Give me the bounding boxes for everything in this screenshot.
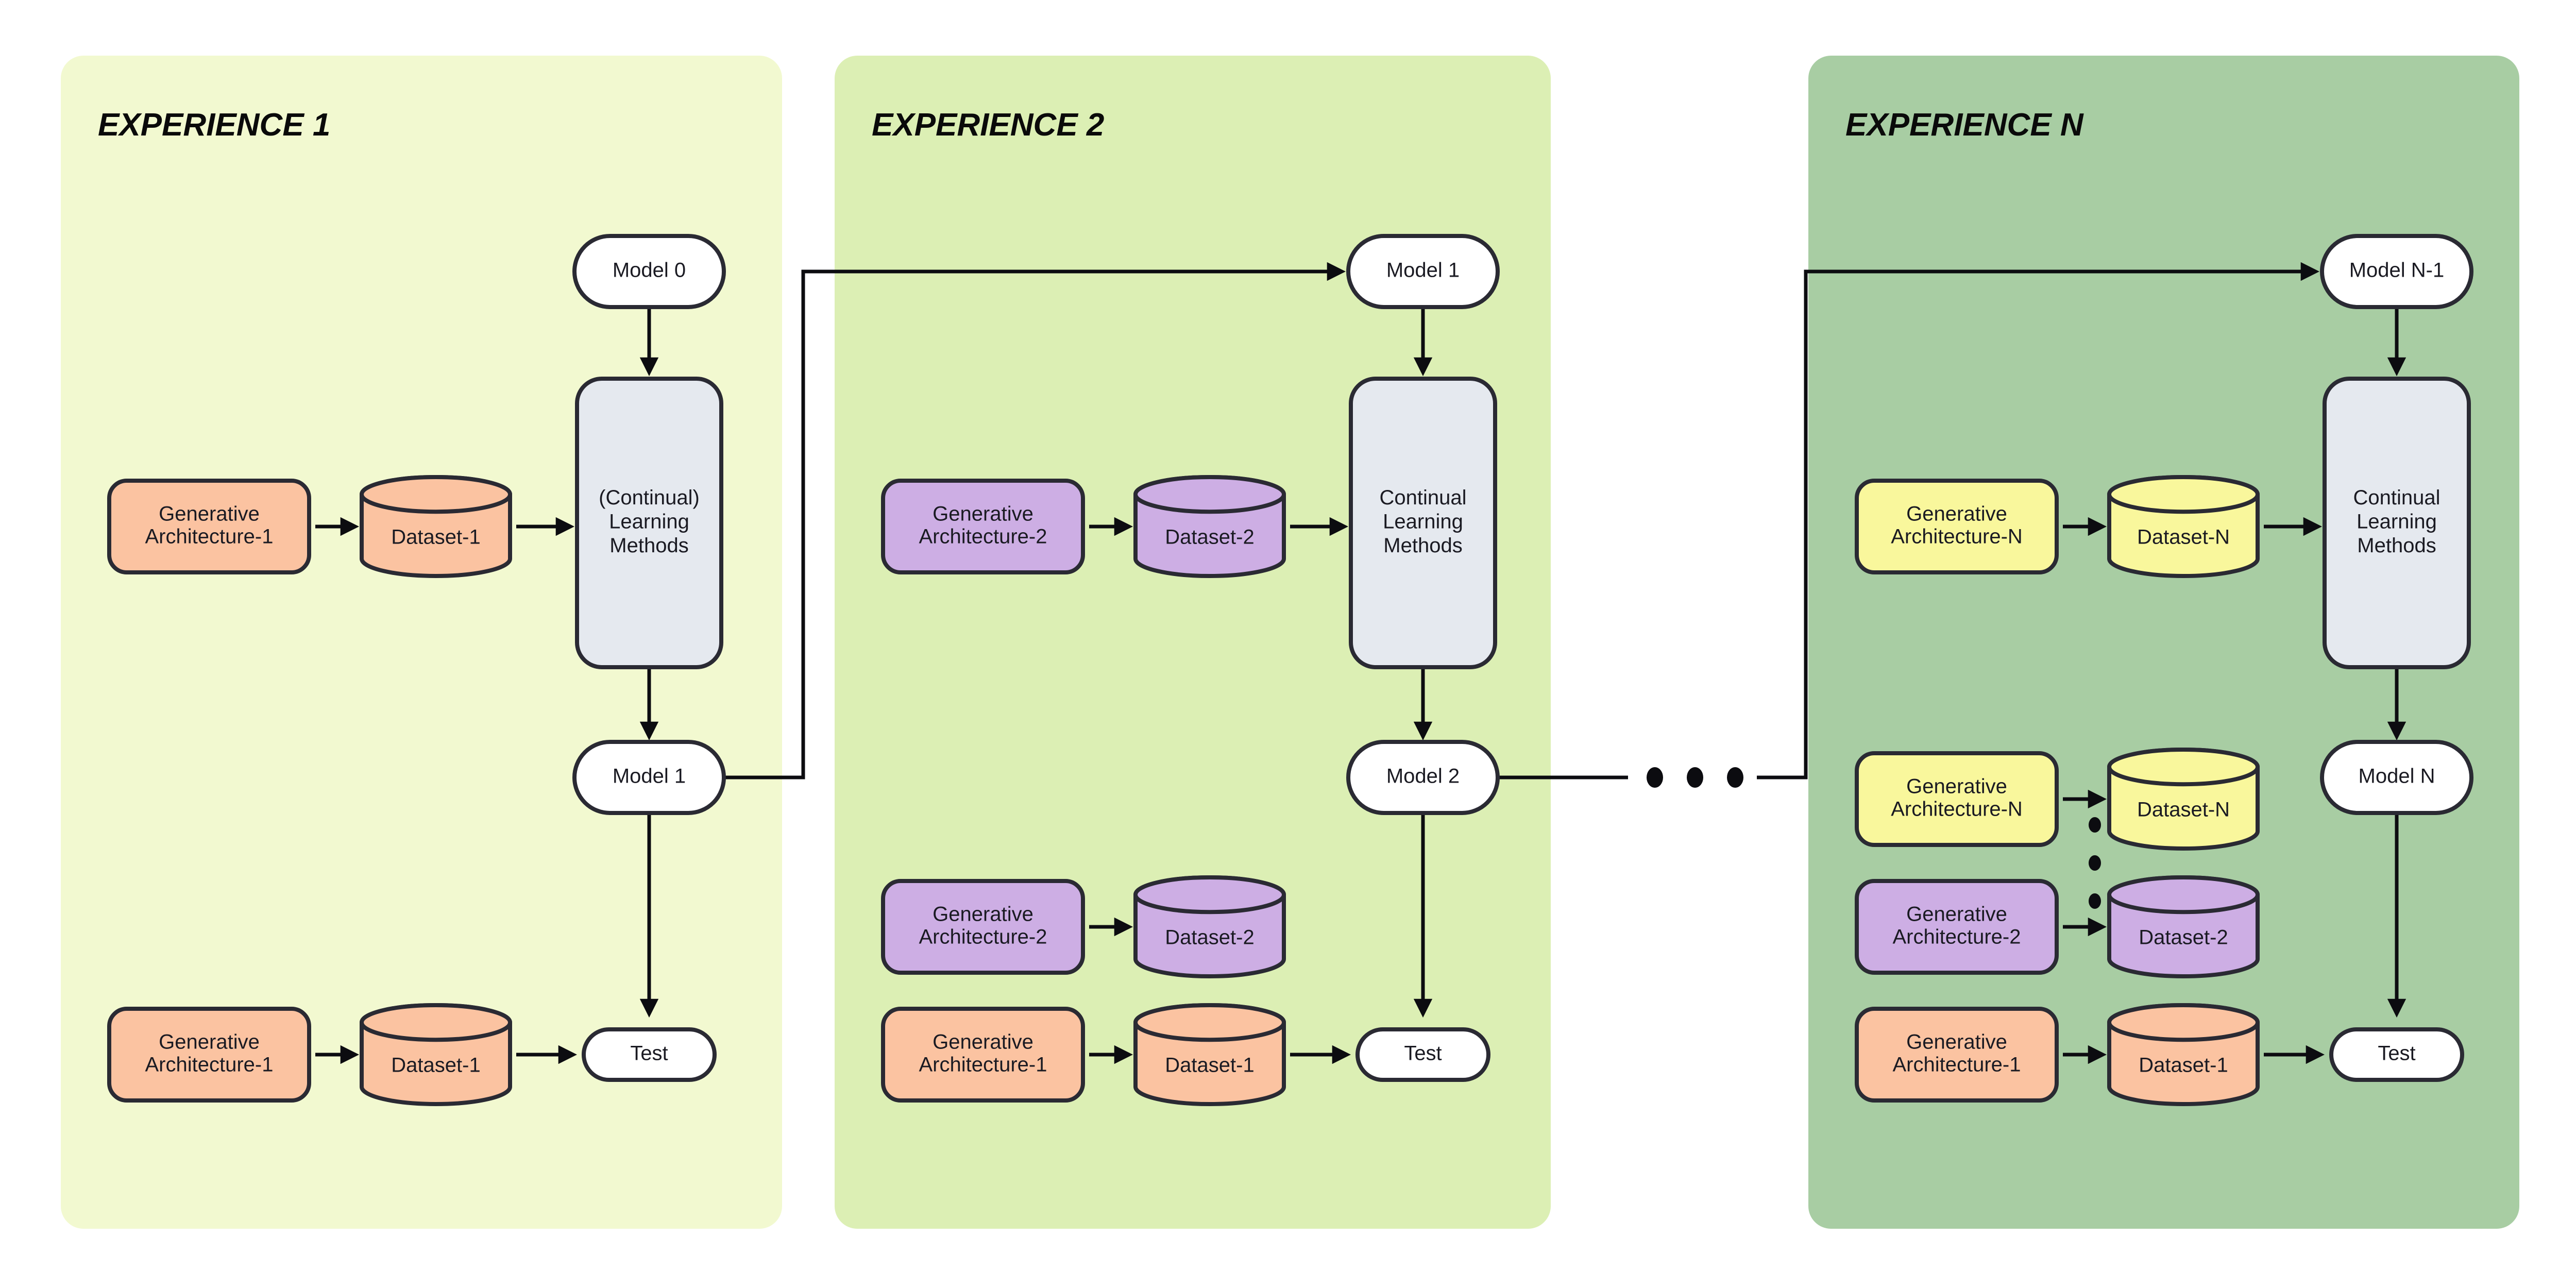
label-clm-experience-1: (Continual)LearningMethods	[599, 486, 700, 557]
label-gen-arch-test-experience-n-0-line: Architecture-N	[1891, 798, 2023, 821]
label-clm-experience-n-line: Methods	[2357, 534, 2436, 557]
label-gen-arch-test-experience-n-1: GenerativeArchitecture-2	[1893, 903, 2021, 948]
label-dataset-test-experience-2-1-line: Dataset-1	[1165, 1054, 1254, 1077]
label-dataset-test-experience-n-0-line: Dataset-N	[2137, 799, 2230, 821]
label-clm-experience-n-line: Learning	[2357, 511, 2437, 533]
label-gen-arch-test-experience-2-1-line: Architecture-1	[919, 1054, 1047, 1076]
label-gen-arch-train-experience-2-0-line: Generative	[933, 503, 1033, 526]
label-gen-arch-train-experience-2-0-line: Architecture-2	[919, 526, 1047, 548]
label-dataset-test-experience-2-0: Dataset-2	[1165, 926, 1254, 949]
label-gen-arch-test-experience-n-1-line: Generative	[1906, 903, 2007, 926]
label-gen-arch-test-experience-2-1-line: Generative	[933, 1031, 1033, 1054]
label-gen-arch-test-experience-2-0: GenerativeArchitecture-2	[919, 903, 1047, 948]
label-model-in-experience-2-line: Model 1	[1386, 259, 1460, 282]
label-gen-arch-test-experience-n-2-line: Generative	[1906, 1031, 2007, 1054]
label-model-in-experience-1: Model 0	[613, 259, 686, 282]
label-model-out-experience-1: Model 1	[613, 765, 686, 788]
label-model-in-experience-1-line: Model 0	[613, 259, 686, 282]
label-clm-experience-2: ContinualLearningMethods	[1379, 486, 1466, 557]
label-dataset-test-experience-n-0: Dataset-N	[2137, 799, 2230, 821]
label-gen-arch-test-experience-1-0: GenerativeArchitecture-1	[145, 1031, 274, 1076]
continual-learning-diagram: EXPERIENCE 1 EXPERIENCE 2 EXPERIENCE N Mod…	[61, 56, 2519, 1229]
node-dataset-test-experience-2-1-top	[1133, 1003, 1286, 1042]
label-clm-experience-1-line: Learning	[609, 511, 689, 533]
label-dataset-test-experience-2-1: Dataset-1	[1165, 1054, 1254, 1077]
vertical-ellipsis-experience-n-dot	[2089, 855, 2101, 871]
label-gen-arch-train-experience-2-0: GenerativeArchitecture-2	[919, 503, 1047, 548]
label-gen-arch-test-experience-1-0-line: Generative	[159, 1031, 260, 1054]
label-model-out-experience-2: Model 2	[1386, 765, 1460, 788]
panel-title-experience-n: EXPERIENCE N	[1845, 107, 2084, 143]
label-dataset-train-experience-n-0-line: Dataset-N	[2137, 526, 2230, 549]
label-dataset-test-experience-n-1-line: Dataset-2	[2139, 926, 2228, 949]
node-dataset-train-experience-1-0-top	[360, 475, 512, 514]
label-dataset-test-experience-n-2: Dataset-1	[2139, 1054, 2228, 1077]
horizontal-ellipsis-dot	[1687, 767, 1703, 788]
node-dataset-test-experience-n-1-top	[2107, 875, 2260, 914]
node-dataset-test-experience-n-0-top	[2107, 748, 2260, 787]
label-test-experience-1: Test	[630, 1042, 668, 1065]
label-clm-experience-2-line: Methods	[1383, 534, 1462, 557]
label-gen-arch-test-experience-n-0: GenerativeArchitecture-N	[1891, 775, 2023, 821]
node-dataset-test-experience-n-2-top	[2107, 1003, 2260, 1042]
label-gen-arch-train-experience-1-0: GenerativeArchitecture-1	[145, 503, 274, 548]
label-gen-arch-test-experience-2-1: GenerativeArchitecture-1	[919, 1031, 1047, 1076]
label-model-in-experience-2: Model 1	[1386, 259, 1460, 282]
label-dataset-test-experience-1-0: Dataset-1	[391, 1054, 480, 1077]
label-dataset-train-experience-2-0: Dataset-2	[1165, 526, 1254, 549]
label-dataset-test-experience-2-0-line: Dataset-2	[1165, 926, 1254, 949]
label-gen-arch-test-experience-n-1-line: Architecture-2	[1893, 926, 2021, 948]
label-test-experience-2: Test	[1404, 1042, 1442, 1065]
label-model-out-experience-1-line: Model 1	[613, 765, 686, 788]
label-clm-experience-1-line: Methods	[609, 534, 688, 557]
vertical-ellipsis-experience-n-dot	[2089, 893, 2101, 909]
label-dataset-test-experience-n-1: Dataset-2	[2139, 926, 2228, 949]
label-model-out-experience-n: Model N	[2359, 765, 2435, 788]
panel-title-experience-1: EXPERIENCE 1	[98, 107, 330, 143]
panel-title-experience-2: EXPERIENCE 2	[872, 107, 1104, 143]
label-gen-arch-test-experience-2-0-line: Generative	[933, 903, 1033, 926]
label-gen-arch-test-experience-n-2: GenerativeArchitecture-1	[1893, 1031, 2021, 1076]
label-test-experience-1-line: Test	[630, 1042, 668, 1065]
label-gen-arch-test-experience-n-2-line: Architecture-1	[1893, 1054, 2021, 1076]
node-dataset-test-experience-2-0-top	[1133, 875, 1286, 914]
label-test-experience-2-line: Test	[1404, 1042, 1442, 1065]
label-gen-arch-test-experience-n-0-line: Generative	[1906, 775, 2007, 798]
horizontal-ellipsis-dot	[1727, 767, 1743, 788]
label-clm-experience-2-line: Learning	[1383, 511, 1463, 533]
label-clm-experience-n: ContinualLearningMethods	[2353, 486, 2440, 557]
label-gen-arch-train-experience-n-0-line: Architecture-N	[1891, 526, 2023, 548]
horizontal-ellipsis-dot	[1647, 767, 1663, 788]
label-dataset-train-experience-1-0-line: Dataset-1	[391, 526, 480, 549]
label-gen-arch-test-experience-2-0-line: Architecture-2	[919, 926, 1047, 948]
label-gen-arch-train-experience-n-0: GenerativeArchitecture-N	[1891, 503, 2023, 548]
label-dataset-test-experience-n-2-line: Dataset-1	[2139, 1054, 2228, 1077]
label-dataset-train-experience-2-0-line: Dataset-2	[1165, 526, 1254, 549]
label-model-in-experience-n: Model N-1	[2349, 259, 2445, 282]
label-clm-experience-1-line: (Continual)	[599, 486, 700, 509]
label-gen-arch-train-experience-1-0-line: Architecture-1	[145, 526, 274, 548]
label-dataset-test-experience-1-0-line: Dataset-1	[391, 1054, 480, 1077]
diagram-root: EXPERIENCE 1 EXPERIENCE 2 EXPERIENCE N Mod…	[0, 0, 2576, 1288]
label-gen-arch-test-experience-1-0-line: Architecture-1	[145, 1054, 274, 1076]
horizontal-ellipsis	[1647, 767, 1743, 788]
label-test-experience-n-line: Test	[2378, 1042, 2415, 1065]
label-test-experience-n: Test	[2378, 1042, 2415, 1065]
label-model-out-experience-n-line: Model N	[2359, 765, 2435, 788]
label-model-in-experience-n-line: Model N-1	[2349, 259, 2445, 282]
node-dataset-test-experience-1-0-top	[360, 1003, 512, 1042]
label-dataset-train-experience-1-0: Dataset-1	[391, 526, 480, 549]
label-clm-experience-2-line: Continual	[1379, 486, 1466, 509]
label-clm-experience-n-line: Continual	[2353, 486, 2440, 509]
label-dataset-train-experience-n-0: Dataset-N	[2137, 526, 2230, 549]
label-model-out-experience-2-line: Model 2	[1386, 765, 1460, 788]
label-gen-arch-train-experience-n-0-line: Generative	[1906, 503, 2007, 526]
vertical-ellipsis-experience-n-dot	[2089, 817, 2101, 833]
node-dataset-train-experience-n-0-top	[2107, 475, 2260, 514]
node-dataset-train-experience-2-0-top	[1133, 475, 1286, 514]
label-gen-arch-train-experience-1-0-line: Generative	[159, 503, 260, 526]
